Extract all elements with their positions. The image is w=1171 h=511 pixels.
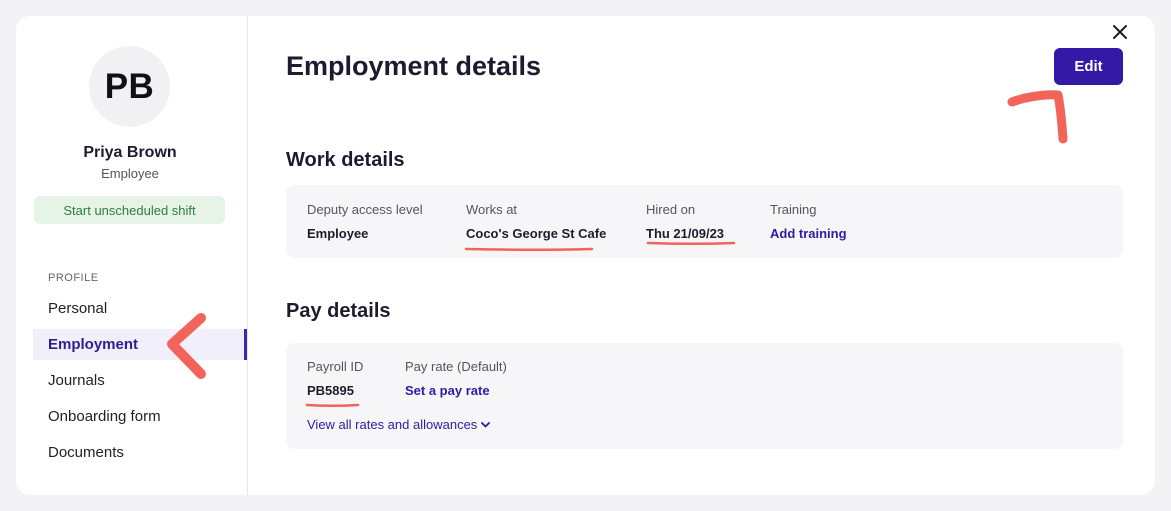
user-role: Employee: [101, 166, 159, 181]
employee-modal: PB Priya Brown Employee Start unschedule…: [16, 16, 1155, 495]
hired-on-value: Thu 21/09/23: [646, 226, 725, 241]
chevron-down-icon: [481, 421, 491, 427]
add-training-link[interactable]: Add training: [770, 226, 847, 241]
close-icon[interactable]: [1111, 23, 1129, 41]
pay-rate-label: Pay rate (Default): [405, 359, 507, 374]
profile-sidebar: PB Priya Brown Employee Start unschedule…: [16, 16, 248, 495]
sidebar-item-personal[interactable]: Personal: [33, 293, 247, 324]
profile-section-label: PROFILE: [48, 272, 99, 284]
main-content: Employment details Edit Work details Dep…: [248, 16, 1155, 495]
works-at-label: Works at: [466, 202, 518, 217]
hired-on-label: Hired on: [646, 202, 696, 217]
view-all-rates-link[interactable]: View all rates and allowances: [307, 417, 491, 432]
pay-details-heading: Pay details: [286, 300, 391, 322]
works-at-value: Coco's George St Cafe: [466, 226, 607, 241]
sidebar-item-employment[interactable]: Employment: [33, 329, 247, 360]
payroll-id-value: PB5895: [307, 383, 354, 398]
payroll-id-label: Payroll ID: [307, 359, 364, 374]
work-details-card: Deputy access level Employee Works at Co…: [286, 185, 1123, 258]
user-name: Priya Brown: [83, 144, 177, 161]
set-pay-rate-link[interactable]: Set a pay rate: [405, 383, 490, 398]
view-all-rates-label: View all rates and allowances: [307, 417, 478, 432]
access-level-label: Deputy access level: [307, 202, 423, 217]
edit-button[interactable]: Edit: [1054, 48, 1123, 85]
start-unscheduled-shift-button[interactable]: Start unscheduled shift: [34, 196, 225, 224]
sidebar-item-onboarding-form[interactable]: Onboarding form: [33, 401, 247, 432]
avatar: PB: [89, 46, 170, 127]
work-details-heading: Work details: [286, 149, 405, 171]
access-level-value: Employee: [307, 226, 369, 241]
pay-details-card: Payroll ID PB5895 Pay rate (Default) Set…: [286, 343, 1123, 449]
training-label: Training: [770, 202, 817, 217]
sidebar-item-documents[interactable]: Documents: [33, 437, 247, 468]
sidebar-item-journals[interactable]: Journals: [33, 365, 247, 396]
page-title: Employment details: [286, 51, 542, 81]
